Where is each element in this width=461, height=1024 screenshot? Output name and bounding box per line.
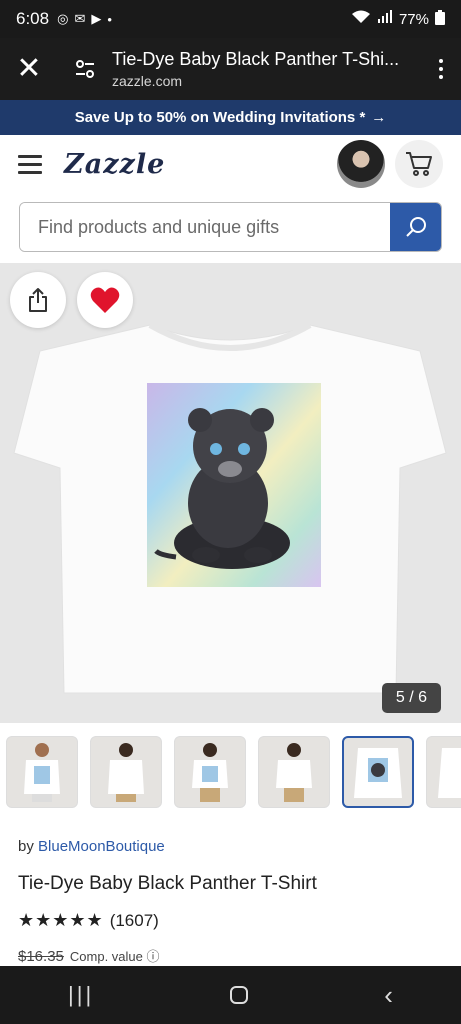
heart-icon [90,287,120,313]
youtube-icon: ▶ [91,11,102,26]
back-icon[interactable]: ‹ [384,980,393,1011]
thumbnail-4[interactable] [258,736,330,808]
page-url: zazzle.com [112,73,183,89]
battery-icon [435,9,445,29]
seller-link[interactable]: BlueMoonBoutique [38,838,165,855]
page-info[interactable]: Tie-Dye Baby Black Panther T-Shi... zazz… [112,49,421,89]
thumbnail-2[interactable] [90,736,162,808]
thumbnail-3[interactable] [174,736,246,808]
wifi-icon [351,10,371,28]
page-title: Tie-Dye Baby Black Panther T-Shi... [112,49,400,69]
seller-line: by BlueMoonBoutique [18,838,165,855]
notification-icons: ◎ ✉ ▶ • [57,11,112,27]
site-settings-icon[interactable] [58,58,112,80]
close-tab-icon[interactable]: ✕ [0,54,58,84]
more-options-icon[interactable] [421,59,461,79]
tshirt-image [13,322,447,694]
search-button[interactable] [390,203,441,251]
recent-apps-icon[interactable]: ||| [68,982,94,1008]
status-right: 77% [351,9,445,29]
cart-button[interactable] [395,140,443,188]
product-title: Tie-Dye Baby Black Panther T-Shirt [18,873,317,894]
image-counter: 5 / 6 [381,683,441,713]
battery-level: 77% [398,10,429,28]
rating-stars: ★★★★★ [18,910,104,930]
comp-value-label[interactable]: Comp. value ⓘ [70,946,160,965]
arrow-right-icon: → [371,109,387,126]
search-input[interactable] [20,203,390,251]
thumbnail-5[interactable] [342,736,414,808]
promo-banner[interactable]: Save Up to 50% on Wedding Invitations * … [0,100,461,135]
search-bar [19,202,442,252]
comp-price: $16.35 [18,948,64,965]
price-line: $16.35 Comp. value ⓘ [18,946,159,965]
cart-icon [406,152,432,176]
by-prefix: by [18,838,34,855]
avatar[interactable] [337,140,385,188]
product-image[interactable]: 5 / 6 [0,263,461,723]
home-icon[interactable] [230,986,249,1004]
search-icon [405,217,426,237]
favorite-button[interactable] [77,272,133,328]
thumbnail-6[interactable] [426,736,461,808]
thumbnail-1[interactable] [6,736,78,808]
review-count: (1607) [109,910,159,930]
thumbnail-strip [0,736,461,812]
browser-bar: ✕ Tie-Dye Baby Black Panther T-Shi... za… [0,38,461,100]
product-rating[interactable]: ★★★★★ (1607) [18,910,159,931]
share-button[interactable] [10,272,66,328]
menu-icon[interactable] [18,154,42,174]
instagram-icon: ◎ [57,11,69,26]
site-header: Zazzle [0,135,461,193]
status-time: 6:08 [16,9,50,28]
mail-icon: ✉ [74,11,86,26]
dot-icon: • [107,11,112,27]
share-icon [29,288,47,312]
signal-icon [377,10,393,28]
system-nav-bar: ||| ‹ [0,966,461,1024]
status-bar: 6:08 ◎ ✉ ▶ • 77% [0,0,461,38]
promo-text: Save Up to 50% on Wedding Invitations * [74,109,366,126]
zazzle-logo[interactable]: Zazzle [64,149,165,180]
